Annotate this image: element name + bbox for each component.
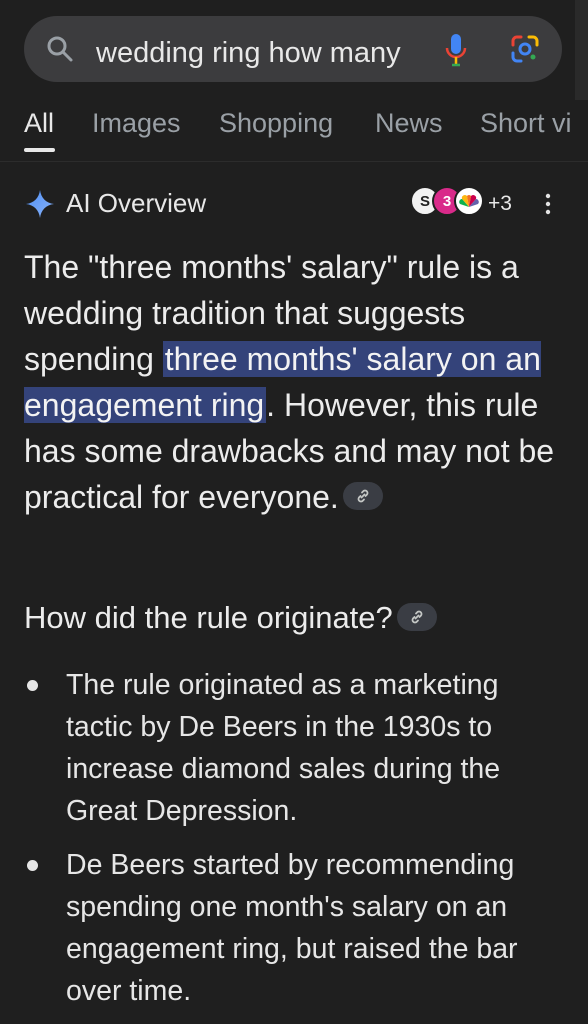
tab-images[interactable]: Images <box>92 108 181 139</box>
source-favicons[interactable]: S 3 <box>410 186 486 218</box>
section-heading: How did the rule originate? <box>24 600 569 636</box>
ai-overview-paragraph: The "three months' salary" rule is a wed… <box>24 244 569 520</box>
link-icon <box>411 610 423 624</box>
active-tab-indicator <box>24 148 55 152</box>
list-item: The rule originated as a marketing tacti… <box>24 664 569 832</box>
bullet-dot <box>27 680 38 691</box>
list-item-text: De Beers started by recommending spendin… <box>66 849 518 1007</box>
tab-shopping[interactable]: Shopping <box>219 108 333 139</box>
section-heading-text: How did the rule originate? <box>24 600 393 635</box>
ai-overview-header: AI Overview S 3 +3 <box>0 170 588 236</box>
list-item-text: The rule originated as a marketing tacti… <box>66 669 501 827</box>
bullet-dot <box>27 860 38 871</box>
nbc-peacock-icon[interactable] <box>454 186 484 216</box>
tab-short-videos[interactable]: Short vi <box>480 108 572 139</box>
search-input[interactable]: wedding ring how many <box>96 36 444 72</box>
sparkle-icon <box>26 190 54 218</box>
list-item: De Beers started by recommending spendin… <box>24 844 569 1012</box>
bullet-list: The rule originated as a marketing tacti… <box>24 664 569 1024</box>
google-lens-icon[interactable] <box>510 34 540 64</box>
search-bar[interactable]: wedding ring how many <box>24 16 562 82</box>
search-icon[interactable] <box>46 35 74 63</box>
scroll-edge <box>575 0 588 100</box>
tab-news[interactable]: News <box>375 108 443 139</box>
tab-all[interactable]: All <box>24 108 54 139</box>
mic-icon[interactable] <box>443 32 469 68</box>
more-sources-count[interactable]: +3 <box>488 192 512 216</box>
citation-link-button[interactable] <box>342 481 383 510</box>
citation-link-button[interactable] <box>396 602 437 631</box>
search-header: wedding ring how many <box>0 0 588 100</box>
link-icon <box>357 489 369 502</box>
search-tabs: All Images Shopping News Short vi <box>0 100 588 162</box>
ai-overview-title: AI Overview <box>66 188 207 218</box>
more-options-icon[interactable] <box>542 192 554 216</box>
